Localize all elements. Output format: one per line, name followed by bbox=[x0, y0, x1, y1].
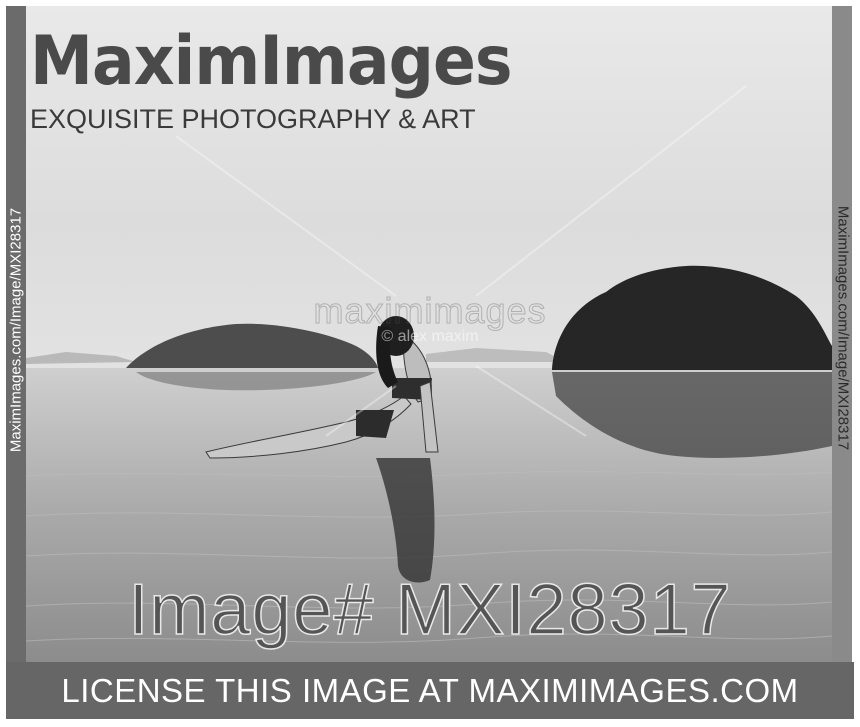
brand-subtitle: EXQUISITE PHOTOGRAPHY & ART bbox=[30, 104, 476, 134]
right-vertical-watermark: MaximImages.com/Image/MXI28317 bbox=[834, 205, 852, 451]
center-watermark-brand: maximimages bbox=[313, 290, 547, 332]
license-link[interactable]: LICENSE THIS IMAGE AT MAXIMIMAGES.COM bbox=[6, 662, 854, 719]
center-watermark: maximimages © alex maxim bbox=[313, 290, 546, 346]
license-banner[interactable]: LICENSE THIS IMAGE AT MAXIMIMAGES.COM bbox=[6, 662, 854, 719]
left-vertical-watermark: MaximImages.com/Image/MXI28317 bbox=[7, 207, 25, 453]
image-id-watermark: Image# MXI28317 bbox=[128, 569, 732, 651]
brand-title: MaximImages bbox=[30, 22, 513, 101]
stock-photo-frame: MaximImages EXQUISITE PHOTOGRAPHY & ART … bbox=[0, 0, 860, 727]
brand-logo: MaximImages EXQUISITE PHOTOGRAPHY & ART bbox=[30, 22, 548, 135]
